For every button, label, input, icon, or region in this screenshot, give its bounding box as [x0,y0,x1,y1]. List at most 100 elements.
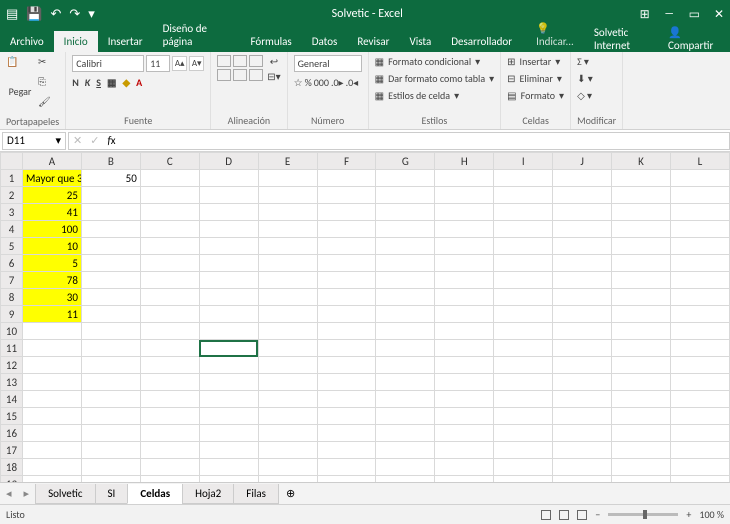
sheet-nav-next-icon[interactable]: ▸ [18,487,36,500]
row-header-8[interactable]: 8 [1,289,23,306]
cell-H11[interactable] [435,340,494,357]
zoom-in-icon[interactable]: + [686,508,691,521]
cell-G14[interactable] [376,391,435,408]
cell-J10[interactable] [553,323,612,340]
cell-L13[interactable] [670,374,729,391]
cell-H16[interactable] [435,425,494,442]
cell-K14[interactable] [612,391,671,408]
row-header-2[interactable]: 2 [1,187,23,204]
cell-J2[interactable] [553,187,612,204]
minimize-icon[interactable]: ― [664,7,675,22]
sheet-tab-filas[interactable]: Filas [233,484,279,504]
border-icon[interactable]: ▦ [107,76,116,89]
cell-F15[interactable] [317,408,376,425]
cell-J11[interactable] [553,340,612,357]
cell-I4[interactable] [494,221,553,238]
cell-L11[interactable] [670,340,729,357]
decrease-font-icon[interactable]: A▾ [189,56,204,71]
format-as-table-button[interactable]: ▦ Dar formato como tabla ▾ [375,72,495,85]
cell-E8[interactable] [258,289,317,306]
cell-C9[interactable] [140,306,199,323]
cell-H5[interactable] [435,238,494,255]
cell-H4[interactable] [435,221,494,238]
enter-formula-icon[interactable]: ✓ [90,134,99,147]
tab-vista[interactable]: Vista [399,31,441,52]
cell-C17[interactable] [140,442,199,459]
cell-F16[interactable] [317,425,376,442]
cell-L17[interactable] [670,442,729,459]
select-all-cell[interactable] [1,153,23,170]
new-sheet-button[interactable]: ⊕ [278,487,303,500]
tab-revisar[interactable]: Revisar [347,31,399,52]
cell-K1[interactable] [612,170,671,187]
cell-D5[interactable] [199,238,258,255]
cell-G9[interactable] [376,306,435,323]
cell-E1[interactable] [258,170,317,187]
sheet-tab-celdas[interactable]: Celdas [127,484,183,504]
cell-H3[interactable] [435,204,494,221]
tab-archivo[interactable]: Archivo [0,31,54,52]
autosum-icon[interactable]: Σ ▾ [577,55,589,68]
cell-G12[interactable] [376,357,435,374]
fx-icon[interactable]: fx [107,134,115,147]
cell-G6[interactable] [376,255,435,272]
cell-A14[interactable] [23,391,82,408]
cell-A15[interactable] [23,408,82,425]
merge-center-icon[interactable]: ⊟▾ [267,70,280,83]
cell-G10[interactable] [376,323,435,340]
cut-icon[interactable]: ✂ [38,55,56,73]
cell-K16[interactable] [612,425,671,442]
cell-H6[interactable] [435,255,494,272]
cell-G13[interactable] [376,374,435,391]
cell-E12[interactable] [258,357,317,374]
col-header-A[interactable]: A [23,153,82,170]
cell-D9[interactable] [199,306,258,323]
cell-H12[interactable] [435,357,494,374]
cell-C3[interactable] [140,204,199,221]
paste-button[interactable]: 📋 Pegar [6,55,34,98]
cell-K17[interactable] [612,442,671,459]
cell-J8[interactable] [553,289,612,306]
cell-A16[interactable] [23,425,82,442]
cell-D16[interactable] [199,425,258,442]
cell-E14[interactable] [258,391,317,408]
tell-me[interactable]: 💡 Indicar... [526,18,594,52]
cell-J12[interactable] [553,357,612,374]
cell-H7[interactable] [435,272,494,289]
fill-icon[interactable]: ⬇ ▾ [577,72,593,85]
cell-C19[interactable] [140,476,199,483]
cell-F6[interactable] [317,255,376,272]
number-format-combo[interactable]: General [294,55,362,72]
cell-C11[interactable] [140,340,199,357]
cell-A1[interactable]: Mayor que 32 [23,170,82,187]
cell-C10[interactable] [140,323,199,340]
cell-L1[interactable] [670,170,729,187]
cell-F19[interactable] [317,476,376,483]
cell-I14[interactable] [494,391,553,408]
view-pagebreak-icon[interactable] [577,510,587,520]
cell-B2[interactable] [81,187,140,204]
cell-I5[interactable] [494,238,553,255]
cell-K12[interactable] [612,357,671,374]
ribbon-options-icon[interactable]: ⊞ [640,7,650,22]
cell-K7[interactable] [612,272,671,289]
cell-G18[interactable] [376,459,435,476]
cell-B10[interactable] [81,323,140,340]
worksheet-grid[interactable]: ABCDEFGHIJKL1Mayor que 32502253414100510… [0,152,730,482]
cell-B15[interactable] [81,408,140,425]
cell-A3[interactable]: 41 [23,204,82,221]
cell-A19[interactable] [23,476,82,483]
cell-C15[interactable] [140,408,199,425]
cell-A7[interactable]: 78 [23,272,82,289]
cell-G8[interactable] [376,289,435,306]
cell-E18[interactable] [258,459,317,476]
cell-C7[interactable] [140,272,199,289]
cell-A5[interactable]: 10 [23,238,82,255]
cell-L12[interactable] [670,357,729,374]
cell-H2[interactable] [435,187,494,204]
cell-F4[interactable] [317,221,376,238]
cell-A12[interactable] [23,357,82,374]
cell-L2[interactable] [670,187,729,204]
cell-I2[interactable] [494,187,553,204]
row-header-4[interactable]: 4 [1,221,23,238]
